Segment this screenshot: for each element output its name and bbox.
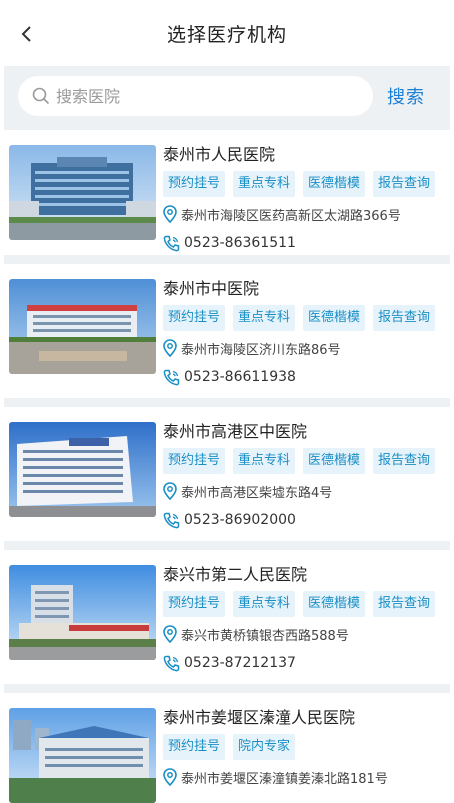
- tag-medical-ethics[interactable]: 医德楷模: [303, 448, 366, 474]
- location-pin-icon: [163, 339, 177, 357]
- tag-list: 预约挂号 重点专科 医德楷模 报告查询: [163, 305, 450, 331]
- tag-appointment[interactable]: 预约挂号: [163, 734, 226, 760]
- search-box[interactable]: [18, 76, 373, 116]
- phone-row[interactable]: 0523-87212137: [163, 651, 450, 675]
- hospital-phone: 0523-86611938: [184, 369, 296, 385]
- hospital-photo: [9, 565, 156, 660]
- hospital-name: 泰州市姜堰区溱潼人民医院: [163, 708, 356, 727]
- hospital-name: 泰州市中医院: [163, 279, 260, 298]
- tag-appointment[interactable]: 预约挂号: [163, 591, 226, 617]
- hospital-name: 泰兴市第二人民医院: [163, 565, 308, 584]
- hospital-card[interactable]: 泰州市高港区中医院 预约挂号 重点专科 医德楷模 报告查询 泰州市高港区柴墟东路…: [4, 407, 450, 550]
- phone-row[interactable]: 0523-86611938: [163, 365, 450, 389]
- tag-appointment[interactable]: 预约挂号: [163, 305, 226, 331]
- hospital-card[interactable]: 泰州市姜堰区溱潼人民医院 预约挂号 院内专家 泰州市姜堰区溱潼镇姜溱北路181号: [4, 693, 450, 803]
- hospital-name: 泰州市人民医院: [163, 145, 276, 164]
- hospital-phone: 0523-86361511: [184, 235, 296, 251]
- tag-appointment[interactable]: 预约挂号: [163, 448, 226, 474]
- tag-key-specialty[interactable]: 重点专科: [233, 591, 296, 617]
- tag-key-specialty[interactable]: 重点专科: [233, 305, 296, 331]
- header-bar: 选择医疗机构: [0, 0, 454, 66]
- chevron-left-icon: [21, 26, 31, 42]
- tag-medical-ethics[interactable]: 医德楷模: [303, 171, 366, 197]
- hospital-address: 泰州市海陵区医药高新区太湖路366号: [181, 208, 401, 224]
- search-button[interactable]: 搜索: [387, 83, 425, 109]
- tag-report-query[interactable]: 报告查询: [373, 448, 436, 474]
- search-icon: [32, 87, 50, 105]
- location-pin-icon: [163, 205, 177, 223]
- phone-row[interactable]: 0523-86361511: [163, 231, 450, 255]
- address-row: 泰兴市黄桥镇银杏西路588号: [163, 622, 450, 646]
- phone-icon: [163, 369, 180, 385]
- hospital-card[interactable]: 泰兴市第二人民医院 预约挂号 重点专科 医德楷模 报告查询 泰兴市黄桥镇银杏西路…: [4, 550, 450, 693]
- hospital-address: 泰兴市黄桥镇银杏西路588号: [181, 628, 349, 644]
- page-title: 选择医疗机构: [166, 23, 287, 46]
- address-row: 泰州市姜堰区溱潼镇姜溱北路181号: [163, 765, 450, 789]
- address-row: 泰州市海陵区济川东路86号: [163, 336, 450, 360]
- hospital-address: 泰州市姜堰区溱潼镇姜溱北路181号: [181, 771, 388, 787]
- hospital-phone: 0523-87212137: [184, 655, 296, 671]
- tag-key-specialty[interactable]: 重点专科: [233, 448, 296, 474]
- phone-icon: [163, 235, 180, 251]
- tag-report-query[interactable]: 报告查询: [373, 591, 436, 617]
- search-bar: 搜索: [4, 66, 450, 126]
- location-pin-icon: [163, 482, 177, 500]
- address-row: 泰州市海陵区医药高新区太湖路366号: [163, 202, 450, 226]
- hospital-address: 泰州市高港区柴墟东路4号: [181, 485, 333, 501]
- hospital-photo: [9, 145, 156, 240]
- hospital-photo: [9, 422, 156, 517]
- hospital-photo: [9, 279, 156, 374]
- tag-medical-ethics[interactable]: 医德楷模: [303, 591, 366, 617]
- address-row: 泰州市高港区柴墟东路4号: [163, 479, 450, 503]
- hospital-name: 泰州市高港区中医院: [163, 422, 308, 441]
- phone-icon: [163, 512, 180, 528]
- tag-medical-ethics[interactable]: 医德楷模: [303, 305, 366, 331]
- location-pin-icon: [163, 625, 177, 643]
- phone-row[interactable]: 0523-86902000: [163, 508, 450, 532]
- tag-list: 预约挂号 重点专科 医德楷模 报告查询: [163, 591, 450, 617]
- hospital-photo: [9, 708, 156, 803]
- hospital-phone: 0523-86902000: [184, 512, 296, 528]
- tag-list: 预约挂号 重点专科 医德楷模 报告查询: [163, 448, 450, 474]
- tag-list: 预约挂号 重点专科 医德楷模 报告查询: [163, 171, 450, 197]
- phone-icon: [163, 655, 180, 671]
- tag-appointment[interactable]: 预约挂号: [163, 171, 226, 197]
- tag-list: 预约挂号 院内专家: [163, 734, 450, 760]
- tag-report-query[interactable]: 报告查询: [373, 171, 436, 197]
- search-input[interactable]: [56, 86, 336, 106]
- location-pin-icon: [163, 768, 177, 786]
- hospital-list: 泰州市人民医院 预约挂号 重点专科 医德楷模 报告查询 泰州市海陵区医药高新区太…: [4, 126, 450, 803]
- tag-in-house-experts[interactable]: 院内专家: [233, 734, 296, 760]
- tag-report-query[interactable]: 报告查询: [373, 305, 436, 331]
- hospital-card[interactable]: 泰州市中医院 预约挂号 重点专科 医德楷模 报告查询 泰州市海陵区济川东路86号: [4, 264, 450, 407]
- hospital-card[interactable]: 泰州市人民医院 预约挂号 重点专科 医德楷模 报告查询 泰州市海陵区医药高新区太…: [4, 126, 450, 264]
- hospital-address: 泰州市海陵区济川东路86号: [181, 342, 341, 358]
- back-button[interactable]: [14, 22, 38, 46]
- tag-key-specialty[interactable]: 重点专科: [233, 171, 296, 197]
